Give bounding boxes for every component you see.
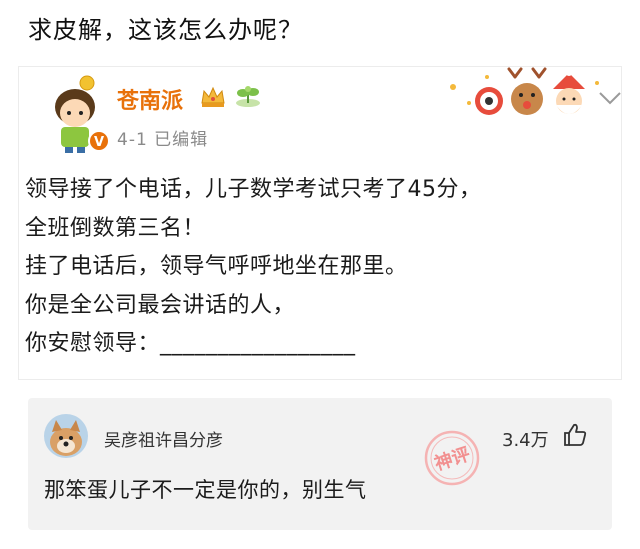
post-line: 领导接了个电话，儿子数学考试只考了45分， bbox=[25, 177, 482, 202]
question-title: 求皮解，这该怎么办呢？ bbox=[28, 16, 303, 44]
chevron-down-icon[interactable] bbox=[597, 89, 623, 107]
svg-text:V: V bbox=[94, 135, 104, 150]
top-comment: 吴彦祖许昌分彦 3.4万 神评 那笨蛋儿子不一定是你的，别生气 bbox=[28, 398, 612, 530]
stamp-text: 神评 bbox=[432, 443, 473, 475]
plant-badge-icon bbox=[236, 86, 260, 107]
post-line: 全班倒数第三名！ bbox=[25, 215, 206, 241]
crown-badge-icon bbox=[201, 86, 225, 107]
post-line: 你是全公司最会讲话的人， bbox=[25, 292, 296, 318]
like-count: 3.4万 bbox=[502, 430, 549, 451]
comment-text: 那笨蛋儿子不一定是你的，别生气 bbox=[44, 478, 367, 502]
thumbs-up-icon[interactable] bbox=[562, 422, 588, 448]
hot-comment-stamp: 神评 bbox=[424, 430, 480, 486]
post-meta: 4-1 已编辑 bbox=[117, 130, 209, 150]
user-avatar[interactable]: V bbox=[37, 73, 113, 153]
post-line: 挂了电话后，领导气呼呼地坐在那里。 bbox=[25, 254, 408, 279]
post-line: 你安慰领导：_________________ bbox=[25, 331, 356, 356]
post-username[interactable]: 苍南派 bbox=[117, 83, 183, 115]
post-card: V 苍南派 4-1 已编辑 领导接了个电话，儿子数学考试只考了45分， 全班倒数… bbox=[18, 66, 622, 380]
commenter-avatar[interactable] bbox=[44, 414, 88, 458]
post-body: 领导接了个电话，儿子数学考试只考了45分， 全班倒数第三名！ 挂了电话后，领导气… bbox=[25, 171, 482, 364]
commenter-username[interactable]: 吴彦祖许昌分彦 bbox=[104, 426, 223, 451]
christmas-decoration-icon bbox=[450, 67, 599, 115]
